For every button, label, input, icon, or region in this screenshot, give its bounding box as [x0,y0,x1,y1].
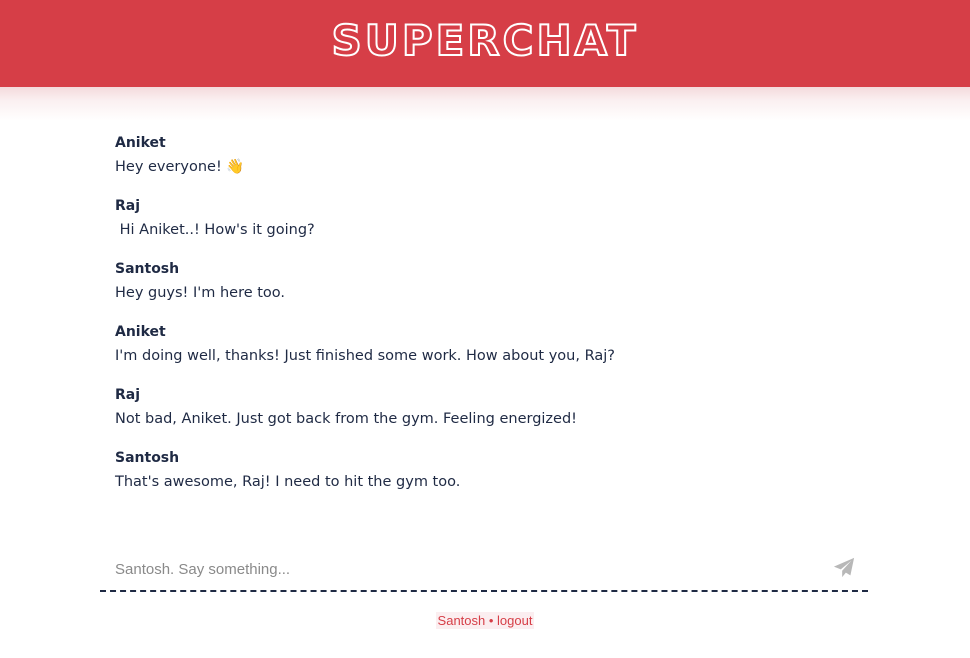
message-author: Santosh [115,450,180,466]
message-item: Santosh Hey guys! I'm here too. [115,259,855,322]
user-status: Santosh • logout [435,612,535,629]
footer-separator: • [485,613,498,628]
send-icon [833,557,855,578]
message-input[interactable] [115,558,815,580]
message-text: Not bad, Aniket. Just got back from the … [115,411,577,427]
message-author: Aniket [115,135,166,151]
message-item: Santosh That's awesome, Raj! I need to h… [115,448,855,511]
message-text: Hey guys! I'm here too. [115,285,286,301]
message-author: Santosh [115,261,180,277]
message-text: That's awesome, Raj! I need to hit the g… [115,474,461,490]
message-item: Raj Not bad, Aniket. Just got back from … [115,385,855,448]
message-text: Hey everyone! 👋 [115,159,245,175]
message-text: Hi Aniket..! How's it going? [115,222,315,238]
message-author: Raj [115,198,141,214]
header-shadow [0,87,970,121]
send-button[interactable] [833,557,855,579]
app-header: SUPERCHAT [0,0,970,87]
message-author: Raj [115,387,141,403]
message-item: Aniket I'm doing well, thanks! Just fini… [115,322,855,385]
message-text: I'm doing well, thanks! Just finished so… [115,348,615,364]
message-author: Aniket [115,324,166,340]
message-item: Raj Hi Aniket..! How's it going? [115,196,855,259]
message-composer [100,548,868,592]
logout-link[interactable]: logout [497,613,532,628]
message-item: Aniket Hey everyone! 👋 [115,133,855,196]
app-logo: SUPERCHAT [330,15,639,66]
current-username: Santosh [437,613,486,628]
footer: Santosh • logout [0,610,970,629]
message-list: Aniket Hey everyone! 👋 Raj Hi Aniket..! … [115,133,855,511]
